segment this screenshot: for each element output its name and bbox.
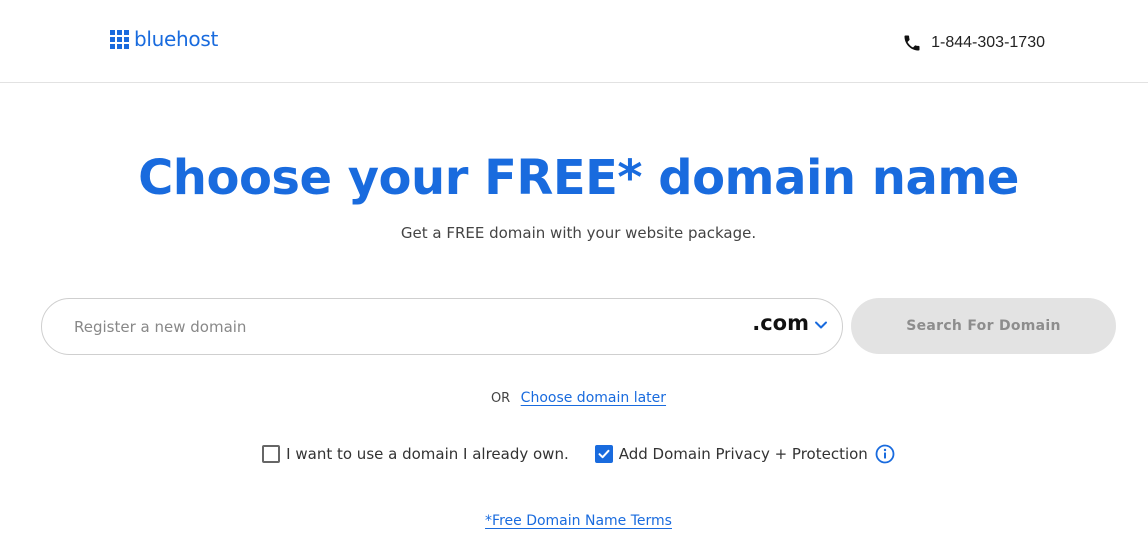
logo-text: bluehost xyxy=(134,27,219,51)
own-domain-label: I want to use a domain I already own. xyxy=(286,445,569,463)
phone-number: 1-844-303-1730 xyxy=(931,34,1045,51)
site-header: bluehost 1-844-303-1730 xyxy=(0,0,1148,83)
phone-icon xyxy=(904,35,920,51)
page-subtitle: Get a FREE domain with your website pack… xyxy=(400,224,757,242)
or-label: OR xyxy=(490,391,511,406)
tld-selected-value: .com xyxy=(752,311,809,335)
chevron-down-icon xyxy=(815,321,827,328)
privacy-checkbox[interactable] xyxy=(594,445,613,463)
domain-search-box: .com xyxy=(41,298,843,355)
info-icon[interactable] xyxy=(875,444,895,464)
search-domain-button[interactable]: Search For Domain xyxy=(851,298,1116,354)
grid-logo-icon xyxy=(110,29,129,49)
alternative-row: OR Choose domain later xyxy=(0,390,1148,406)
privacy-label: Add Domain Privacy + Protection xyxy=(618,445,868,463)
checkmark-icon xyxy=(598,449,610,459)
page-title: Choose your FREE* domain name xyxy=(138,150,1019,206)
own-domain-option[interactable]: I want to use a domain I already own. xyxy=(262,445,569,463)
terms-row: *Free Domain Name Terms xyxy=(0,513,1148,529)
bluehost-logo[interactable]: bluehost xyxy=(110,28,218,50)
privacy-option[interactable]: Add Domain Privacy + Protection xyxy=(594,444,895,464)
phone-contact[interactable]: 1-844-303-1730 xyxy=(902,33,1045,53)
own-domain-checkbox[interactable] xyxy=(262,445,281,463)
choose-domain-later-link[interactable]: Choose domain later xyxy=(521,390,666,406)
free-domain-terms-link[interactable]: *Free Domain Name Terms xyxy=(485,513,672,529)
domain-options: I want to use a domain I already own. Ad… xyxy=(0,444,1148,464)
domain-search-input[interactable] xyxy=(74,299,714,354)
tld-dropdown[interactable]: .com xyxy=(752,311,828,335)
